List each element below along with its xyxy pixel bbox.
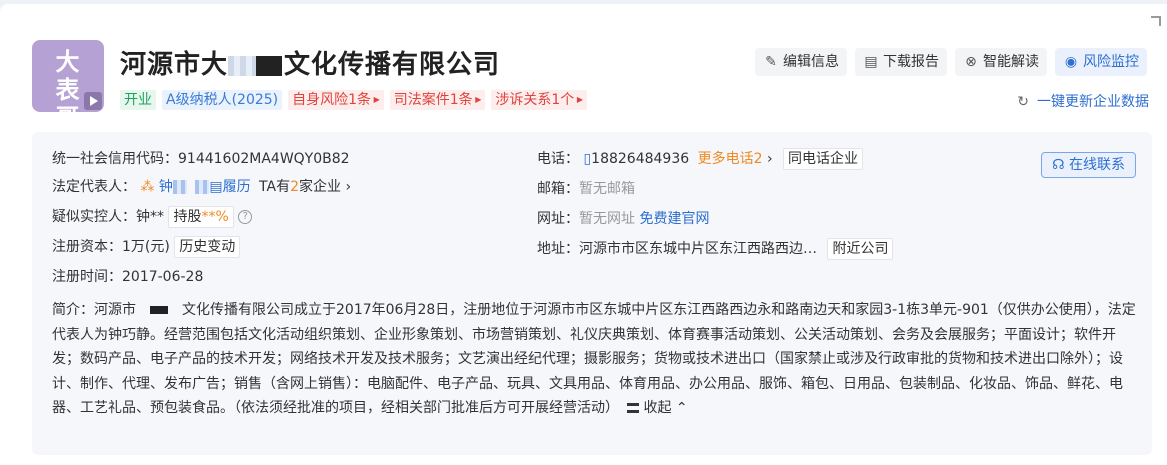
play-icon[interactable] [84, 92, 102, 110]
redacted-mask [228, 55, 257, 76]
redacted-mask [256, 55, 283, 76]
collapse-link[interactable]: 收起 ⌃ [623, 400, 688, 416]
tag-judicial[interactable]: 司法案件1条 ▶ [389, 90, 486, 110]
question-icon[interactable]: ? [238, 210, 253, 224]
refresh-icon: ↻ [1017, 94, 1029, 110]
nearby-companies-button[interactable]: 附近公司 [827, 238, 894, 260]
controller-row: 疑似实控人：钟** 持股**% ? [52, 206, 253, 228]
status-tags: 开业 A级纳税人(2025) 自身风险1条 ▶ 司法案件1条 ▶ 涉诉关系1个 … [120, 90, 588, 110]
email-row: 邮箱：暂无邮箱 [537, 181, 635, 197]
expand-corner-icon[interactable] [1151, 16, 1161, 26]
credit-code: 91441602MA4WQY0B82 [178, 151, 350, 167]
headset-icon: ☊ [1052, 157, 1065, 173]
doc-icon: ▤ [209, 179, 223, 195]
company-name: 河源市大 文化传播有限公司 [120, 44, 500, 81]
legal-rep-row: 法定代表人： ⁂ 钟 ▤履历 TA有2家企业 › [52, 179, 352, 195]
address-row: 地址：河源市市区东城中片区东江西路西边… 附近公司 [537, 238, 894, 260]
redacted-mask [172, 180, 187, 194]
pencil-icon: ✎ [765, 54, 777, 70]
eye-icon: ◉ [1064, 54, 1078, 70]
resume-link[interactable]: ▤履历 [209, 179, 250, 195]
logo-text: 大表哥 [55, 48, 81, 132]
document-icon: ▤ [864, 54, 878, 70]
ta-companies-link[interactable]: TA有2家企业 › [259, 179, 351, 195]
controller-name[interactable]: 钟** [136, 209, 164, 225]
phone-row: 电话： ▯18826484936 更多电话2 › 同电话企业 [537, 148, 864, 170]
credit-code-row: 统一社会信用代码：91441602MA4WQY0B82 [52, 151, 350, 167]
email-value: 暂无邮箱 [579, 181, 635, 197]
phone-icon: ▯ [583, 151, 592, 167]
company-name-suffix: 文化传播有限公司 [284, 50, 501, 80]
reg-date-row: 注册时间：2017-06-28 [52, 269, 204, 285]
capital-row: 注册资本：1万(元) 历史变动 [52, 236, 241, 258]
company-logo: 大表哥 [32, 40, 104, 132]
share-badge: 持股**% [168, 206, 234, 228]
reg-date: 2017-06-28 [122, 269, 204, 285]
company-name-prefix: 河源市大 [120, 50, 229, 80]
caret-right-icon: ▶ [472, 95, 482, 104]
ai-icon: ⊗ [965, 54, 977, 70]
website-row: 网址：暂无网址 免费建官网 [537, 211, 710, 227]
history-change-button[interactable]: 历史变动 [174, 236, 241, 258]
website-value: 暂无网址 [579, 211, 635, 227]
tag-risk[interactable]: 自身风险1条 ▶ [288, 90, 384, 110]
tag-litigation[interactable]: 涉诉关系1个 ▶ [491, 90, 588, 110]
address-value[interactable]: 河源市市区东城中片区东江西路西边… [579, 241, 817, 257]
edit-info-button[interactable]: ✎ 编辑信息 [755, 48, 847, 76]
redacted-mask [195, 180, 210, 194]
caret-right-icon: ▶ [371, 95, 380, 104]
ai-interpret-button[interactable]: ⊗ 智能解读 [955, 48, 1047, 76]
action-bar: ✎ 编辑信息 ▤ 下载报告 ⊗ 智能解读 ◉ 风险监控 [755, 48, 1147, 76]
same-phone-button[interactable]: 同电话企业 [783, 148, 864, 170]
basic-info-panel: 统一社会信用代码：91441602MA4WQY0B82 法定代表人： ⁂ 钟 ▤… [32, 132, 1152, 455]
phone-number[interactable]: 18826484936 [591, 151, 689, 167]
collapse-icon [627, 403, 640, 413]
capital-value: 1万(元) [122, 239, 170, 255]
person-icon: ⁂ [140, 179, 155, 195]
company-header-card: 大表哥 河源市大 文化传播有限公司 开业 A级纳税人(2025) 自身风险1条 ▶… [0, 4, 1167, 465]
free-website-link[interactable]: 免费建官网 [639, 211, 709, 227]
company-intro: 简介：河源市 文化传播有限公司成立于2017年06月28日，注册地位于河源市市区东… [52, 302, 1136, 416]
caret-right-icon: ▶ [574, 95, 584, 104]
tag-status: 开业 [120, 90, 156, 110]
refresh-data-link[interactable]: ↻ 一键更新企业数据 [1017, 91, 1149, 111]
legal-rep-name[interactable]: 钟 [159, 179, 173, 195]
chevron-up-icon: ⌃ [675, 400, 688, 416]
online-contact-button[interactable]: ☊ 在线联系 [1041, 152, 1136, 178]
more-phones-link[interactable]: 更多电话2 › [698, 151, 773, 167]
risk-monitor-button[interactable]: ◉ 风险监控 [1055, 48, 1147, 76]
redacted-mask [150, 306, 168, 314]
tag-taxpayer[interactable]: A级纳税人(2025) [162, 90, 283, 110]
download-report-button[interactable]: ▤ 下载报告 [855, 48, 947, 76]
